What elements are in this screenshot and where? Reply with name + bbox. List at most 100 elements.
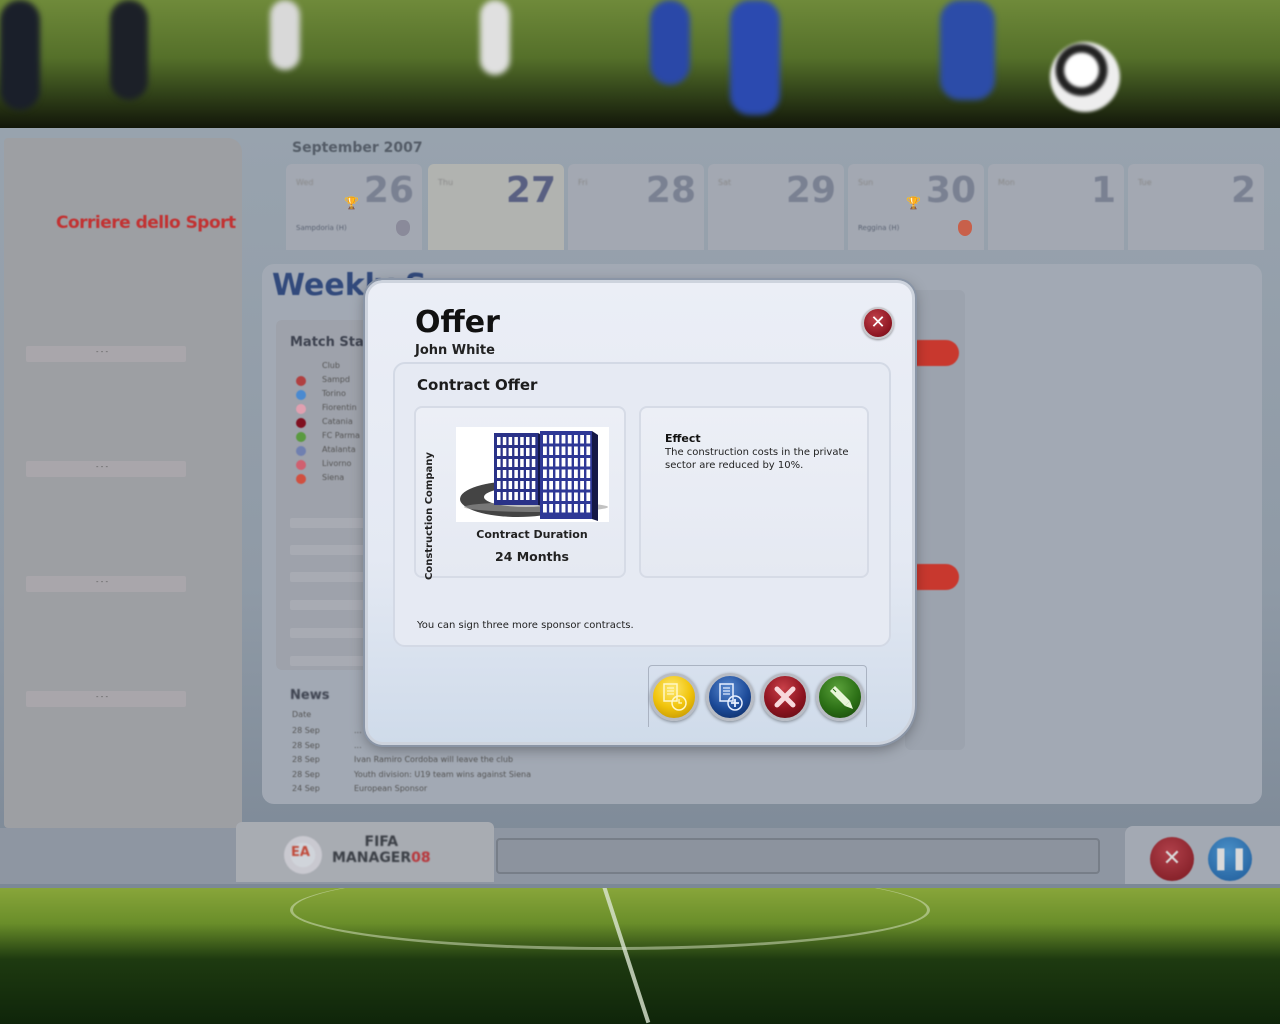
club-crest-icon bbox=[958, 220, 972, 236]
news-date: 28 Sep bbox=[292, 769, 320, 779]
newspaper-panel: Corriere dello Sport - - - - - - - - - -… bbox=[4, 138, 242, 828]
news-headline: Youth division: U19 team wins against Si… bbox=[354, 769, 532, 779]
dialog-subtitle: John White bbox=[415, 343, 495, 358]
calendar-day[interactable]: Mon 1 bbox=[988, 164, 1124, 250]
stats-row-filler bbox=[290, 628, 370, 638]
building-icon bbox=[460, 431, 608, 521]
game-logo: FIFA MANAGER08 bbox=[332, 834, 431, 866]
club-name: Torino bbox=[322, 389, 346, 398]
contract-offer-panel: Contract Offer Construction Company Cont… bbox=[393, 362, 891, 647]
trophy-icon: 🏆 bbox=[906, 196, 921, 210]
add-contract-button[interactable] bbox=[706, 673, 754, 721]
day-number: 29 bbox=[785, 170, 836, 211]
club-row[interactable]: Sampd bbox=[296, 375, 376, 387]
slot-label: - - - bbox=[96, 463, 109, 471]
game-logo-line1: FIFA bbox=[364, 834, 399, 850]
news-row[interactable]: 28 Sep... bbox=[292, 726, 362, 735]
news-row[interactable]: 28 Sep... bbox=[292, 741, 362, 750]
fixture-label: Reggina (H) bbox=[858, 224, 900, 232]
club-crest-icon bbox=[296, 404, 306, 414]
club-crest-icon bbox=[296, 432, 306, 442]
pause-button[interactable]: ❚❚ bbox=[1208, 837, 1252, 881]
sign-contract-button[interactable] bbox=[816, 673, 864, 721]
calendar-day[interactable]: Sat 29 bbox=[708, 164, 844, 250]
club-row[interactable]: Livorno bbox=[296, 459, 376, 471]
club-crest-icon bbox=[396, 220, 410, 236]
club-name: Sampd bbox=[322, 375, 350, 384]
club-row[interactable]: Catania bbox=[296, 417, 376, 429]
pause-icon: ❚❚ bbox=[1211, 846, 1249, 871]
document-clock-icon bbox=[663, 683, 687, 711]
close-button[interactable]: ✕ bbox=[862, 307, 894, 339]
club-row[interactable]: Fiorentin bbox=[296, 403, 376, 415]
slot-label: - - - bbox=[96, 578, 109, 586]
club-column-header: Club bbox=[322, 361, 340, 370]
club-name: Atalanta bbox=[322, 445, 356, 454]
news-headline: European Sponsor bbox=[354, 784, 428, 793]
day-number: 2 bbox=[1230, 170, 1256, 211]
newspaper-slot[interactable]: - - - bbox=[26, 691, 186, 707]
news-row[interactable]: 24 Sep European Sponsor bbox=[292, 784, 427, 793]
news-headline: ... bbox=[354, 740, 362, 750]
club-row[interactable]: Torino bbox=[296, 389, 376, 401]
calendar-day[interactable]: Sun 30 🏆 Reggina (H) bbox=[848, 164, 984, 250]
game-logo-word: MANAGER bbox=[332, 850, 412, 866]
club-crest-icon bbox=[296, 376, 306, 386]
club-name: Catania bbox=[322, 417, 353, 426]
news-date: 28 Sep bbox=[292, 726, 320, 735]
x-icon: ✕ bbox=[1162, 846, 1182, 871]
club-row[interactable]: Siena bbox=[296, 473, 376, 485]
news-date: 28 Sep bbox=[292, 740, 320, 750]
news-row[interactable]: 28 Sep Ivan Ramiro Cordoba will leave the… bbox=[292, 755, 513, 764]
calendar-day[interactable]: Fri 28 bbox=[568, 164, 704, 250]
news-headline: ... bbox=[354, 726, 362, 735]
newspaper-logo: Corriere dello Sport bbox=[56, 213, 236, 233]
news-title: News bbox=[290, 688, 330, 703]
calendar-day[interactable]: Wed 26 🏆 Sampdoria (H) bbox=[286, 164, 422, 250]
status-bar bbox=[496, 838, 1100, 874]
slot-label: - - - bbox=[96, 348, 109, 356]
club-row[interactable]: Atalanta bbox=[296, 445, 376, 457]
duration-label: Contract Duration bbox=[476, 528, 588, 541]
section-title: Contract Offer bbox=[417, 376, 538, 394]
calendar-day[interactable]: Tue 2 bbox=[1128, 164, 1264, 250]
calendar-day[interactable]: Thu 27 bbox=[428, 164, 564, 250]
game-logo-year: 08 bbox=[411, 850, 431, 866]
club-name: Siena bbox=[322, 473, 345, 482]
newspaper-slot[interactable]: - - - bbox=[26, 576, 186, 592]
reject-button[interactable] bbox=[761, 673, 809, 721]
fixture-label: Sampdoria (H) bbox=[296, 224, 347, 232]
weekday-label: Fri bbox=[578, 178, 588, 187]
game-logo-line2: MANAGER08 bbox=[332, 850, 431, 866]
exit-button[interactable]: ✕ bbox=[1150, 837, 1194, 881]
contracts-remaining-text: You can sign three more sponsor contract… bbox=[417, 620, 634, 631]
trophy-icon: 🏆 bbox=[344, 196, 359, 210]
news-headline: Ivan Ramiro Cordoba will leave the club bbox=[354, 755, 514, 764]
day-number: 30 bbox=[925, 170, 976, 211]
news-date: 28 Sep bbox=[292, 755, 320, 764]
dialog-actions bbox=[648, 665, 867, 727]
sponsor-type-label: Construction Company bbox=[424, 452, 435, 580]
calendar-month: September 2007 bbox=[292, 140, 423, 156]
football-image bbox=[1050, 42, 1120, 112]
sponsor-card: Construction Company Contract Duration 2… bbox=[414, 406, 626, 580]
club-row[interactable]: FC Parma bbox=[296, 431, 376, 443]
club-crest-icon bbox=[296, 474, 306, 484]
newspaper-slot[interactable]: - - - bbox=[26, 346, 186, 362]
weekday-label: Mon bbox=[998, 178, 1015, 187]
x-icon bbox=[774, 686, 796, 708]
club-crest-icon bbox=[296, 460, 306, 470]
day-number: 28 bbox=[645, 170, 696, 211]
club-name: Fiorentin bbox=[322, 403, 357, 412]
counter-offer-button[interactable] bbox=[650, 673, 698, 721]
club-crest-icon bbox=[296, 418, 306, 428]
day-number: 1 bbox=[1090, 170, 1116, 211]
news-row[interactable]: 28 Sep Youth division: U19 team wins agai… bbox=[292, 770, 531, 779]
close-icon: ✕ bbox=[870, 312, 886, 333]
weekday-label: Tue bbox=[1138, 178, 1152, 187]
news-date: 24 Sep bbox=[292, 784, 320, 793]
weekday-label: Wed bbox=[296, 178, 314, 187]
calendar-strip: September 2007 Wed 26 🏆 Sampdoria (H) Thu 27 F… bbox=[270, 132, 1264, 252]
weekday-label: Thu bbox=[438, 178, 454, 187]
newspaper-slot[interactable]: - - - bbox=[26, 461, 186, 477]
